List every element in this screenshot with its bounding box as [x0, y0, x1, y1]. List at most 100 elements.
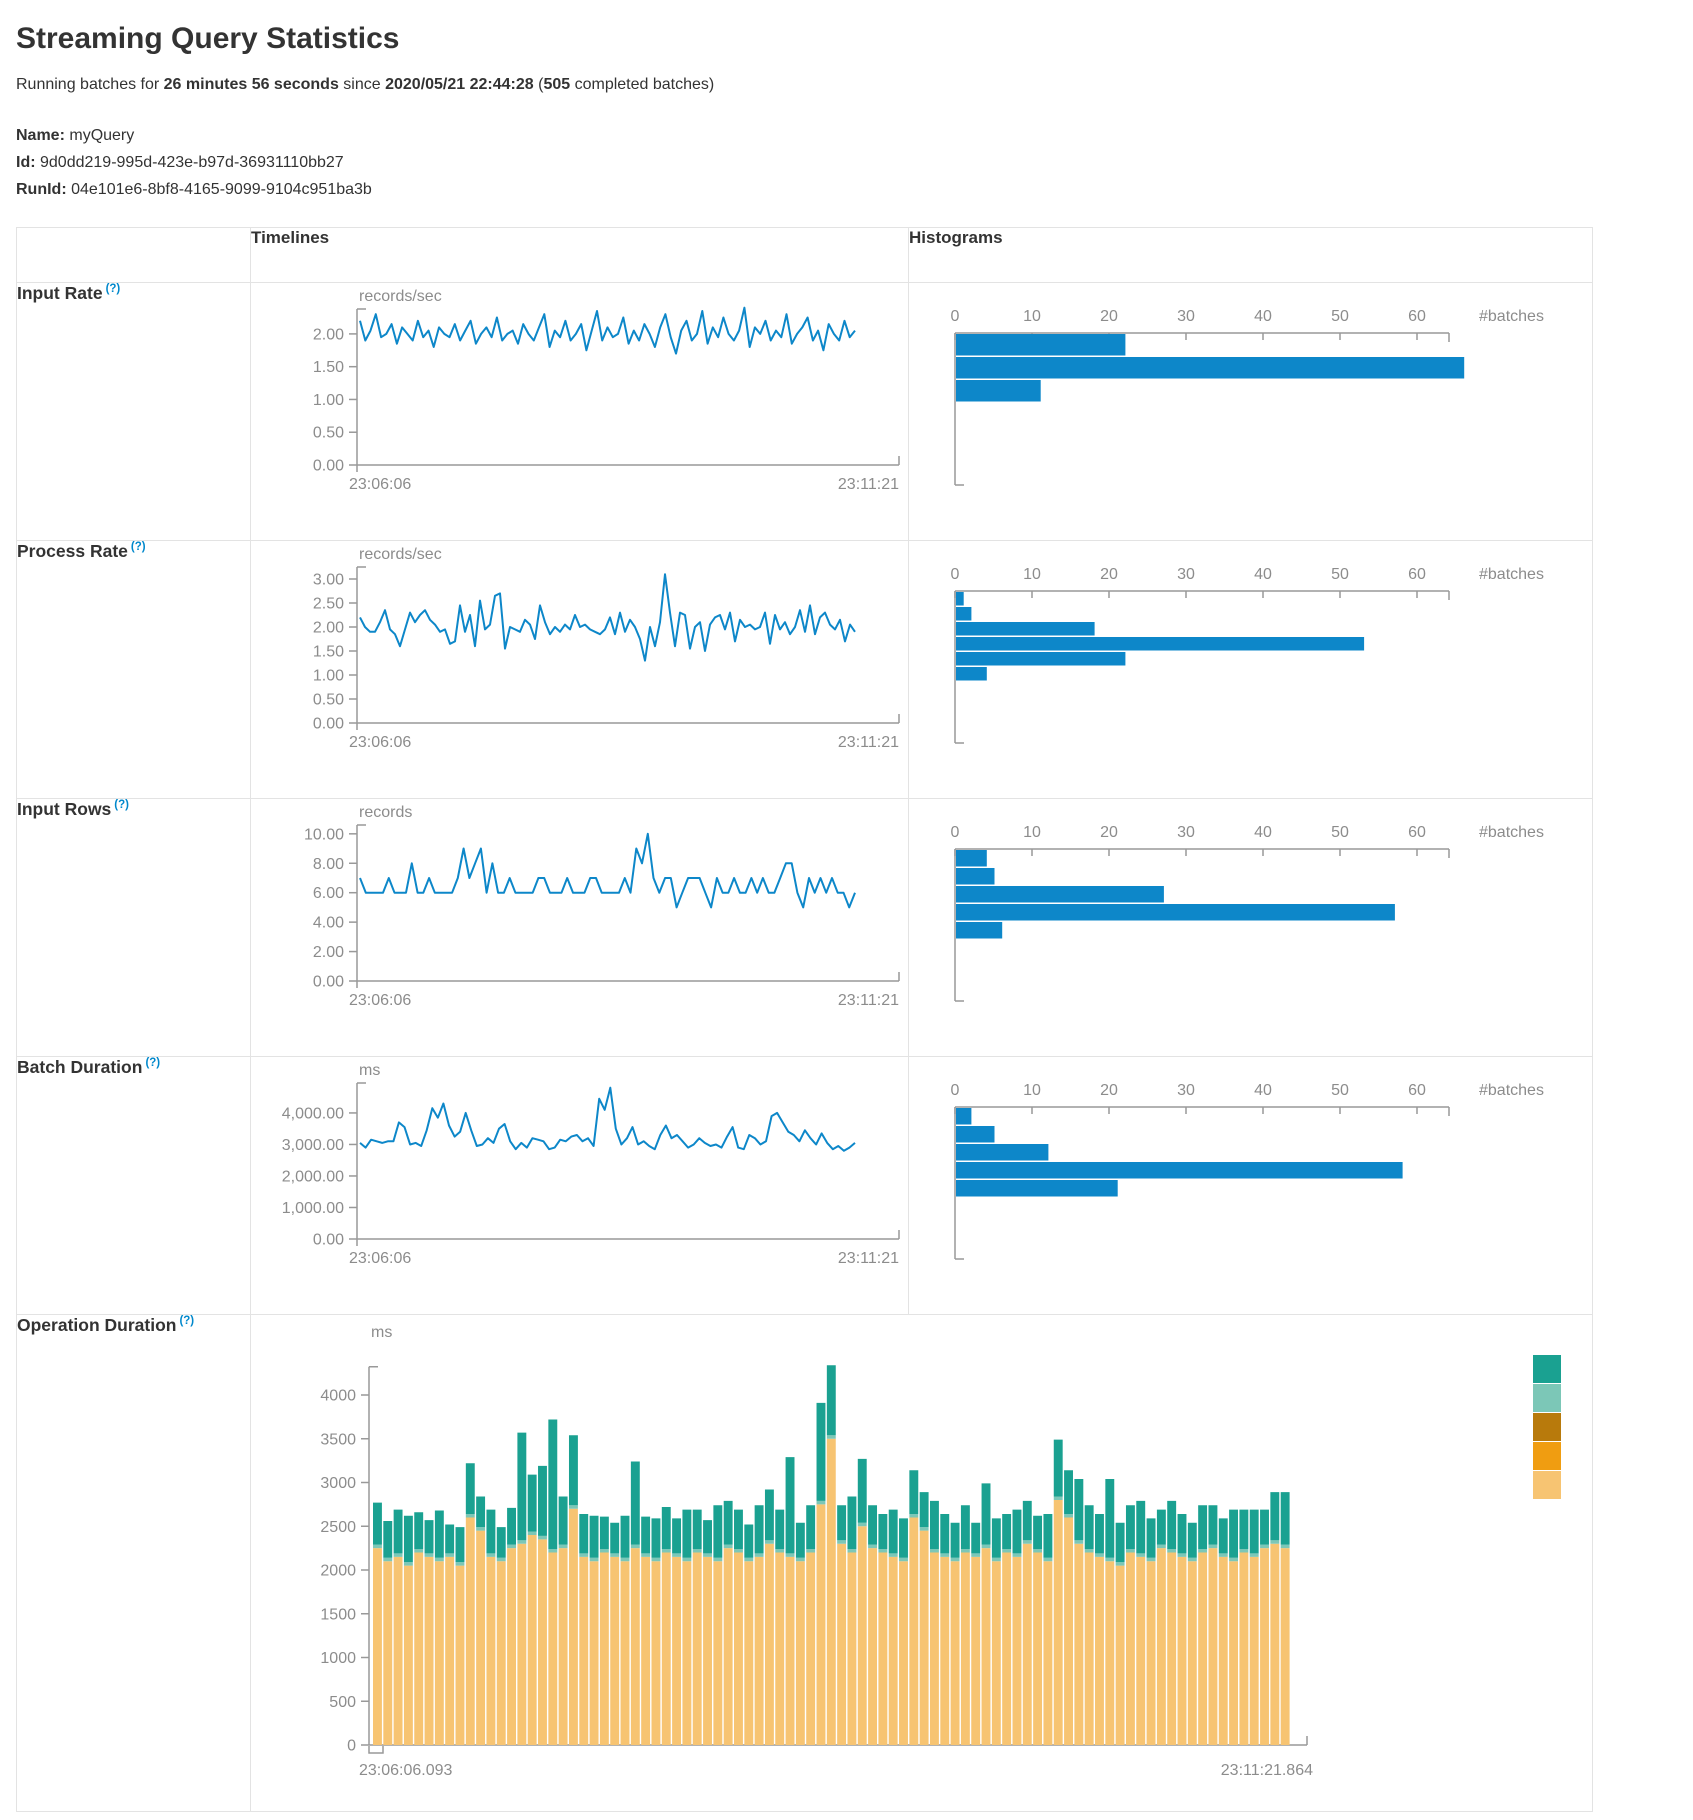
legend-swatch-3	[1533, 1413, 1561, 1441]
svg-text:23:06:06: 23:06:06	[349, 476, 411, 493]
svg-text:6.00: 6.00	[313, 885, 344, 902]
svg-text:10: 10	[1023, 308, 1041, 325]
operation-duration-label-cell: Operation Duration(?)	[17, 1315, 251, 1812]
completed-batch-count: 505	[543, 76, 570, 93]
query-name-label: Name:	[16, 127, 65, 144]
batch-duration-label: Batch Duration	[17, 1057, 142, 1077]
input-rate-label: Input Rate	[17, 283, 103, 303]
svg-text:0: 0	[951, 566, 960, 583]
svg-text:0.50: 0.50	[313, 692, 344, 709]
svg-text:0.00: 0.00	[313, 974, 344, 991]
svg-text:23:11:21: 23:11:21	[838, 1250, 899, 1267]
legend-swatch-1	[1533, 1355, 1561, 1383]
svg-text:30: 30	[1177, 308, 1195, 325]
legend-swatch-4	[1533, 1442, 1561, 1470]
svg-text:10: 10	[1023, 824, 1041, 841]
process-rate-help-icon[interactable]: (?)	[131, 541, 146, 553]
svg-text:2000: 2000	[320, 1563, 356, 1580]
svg-text:30: 30	[1177, 566, 1195, 583]
page-title: Streaming Query Statistics	[16, 22, 1677, 56]
svg-text:23:11:21: 23:11:21	[838, 734, 899, 751]
running-prefix: Running batches for	[16, 76, 164, 93]
completed-suffix: completed batches)	[570, 76, 714, 93]
svg-text:0.50: 0.50	[313, 425, 344, 442]
svg-text:23:06:06: 23:06:06	[349, 992, 411, 1009]
svg-text:#batches: #batches	[1479, 1082, 1544, 1099]
svg-text:23:11:21: 23:11:21	[838, 476, 899, 493]
input-rate-help-icon[interactable]: (?)	[106, 283, 121, 295]
svg-text:4,000.00: 4,000.00	[282, 1105, 344, 1122]
svg-text:1.00: 1.00	[313, 392, 344, 409]
svg-text:2.00: 2.00	[313, 620, 344, 637]
svg-text:23:11:21.864: 23:11:21.864	[1221, 1762, 1313, 1779]
svg-text:8.00: 8.00	[313, 856, 344, 873]
svg-text:500: 500	[329, 1694, 356, 1711]
svg-text:50: 50	[1331, 824, 1349, 841]
svg-text:4000: 4000	[320, 1388, 356, 1405]
svg-text:3000: 3000	[320, 1475, 356, 1492]
svg-text:23:06:06.093: 23:06:06.093	[359, 1762, 453, 1779]
svg-text:0: 0	[951, 1082, 960, 1099]
since-word: since	[339, 76, 385, 93]
svg-text:records: records	[359, 804, 412, 821]
input-rows-timeline-chart: records0.002.004.006.008.0010.0023:06:06…	[251, 799, 908, 1035]
svg-text:0: 0	[951, 824, 960, 841]
svg-text:0.00: 0.00	[313, 1232, 344, 1249]
svg-text:ms: ms	[371, 1324, 392, 1341]
svg-text:23:11:21: 23:11:21	[838, 992, 899, 1009]
svg-text:ms: ms	[359, 1062, 380, 1079]
svg-text:2.00: 2.00	[313, 326, 344, 343]
input-rate-row: Input Rate(?) records/sec0.000.501.001.5…	[17, 283, 1593, 541]
svg-text:10.00: 10.00	[304, 826, 344, 843]
process-rate-histogram-chart: 0102030405060#batches	[909, 541, 1592, 777]
input-rows-help-icon[interactable]: (?)	[114, 799, 129, 811]
svg-text:20: 20	[1100, 308, 1118, 325]
batch-duration-timeline-chart: ms0.001,000.002,000.003,000.004,000.0023…	[251, 1057, 908, 1293]
batch-duration-help-icon[interactable]: (?)	[145, 1057, 160, 1069]
svg-text:1,000.00: 1,000.00	[282, 1200, 344, 1217]
svg-text:2.50: 2.50	[313, 596, 344, 613]
svg-text:1.50: 1.50	[313, 644, 344, 661]
input-rows-row: Input Rows(?) records0.002.004.006.008.0…	[17, 799, 1593, 1057]
svg-text:10: 10	[1023, 1082, 1041, 1099]
query-runid-value: 04e101e6-8bf8-4165-9099-9104c951ba3b	[71, 181, 372, 198]
batch-duration-label-cell: Batch Duration(?)	[17, 1057, 251, 1315]
svg-text:4.00: 4.00	[313, 915, 344, 932]
svg-text:3500: 3500	[320, 1431, 356, 1448]
svg-text:0: 0	[951, 308, 960, 325]
running-summary: Running batches for 26 minutes 56 second…	[16, 76, 1677, 94]
operation-duration-legend	[1533, 1355, 1563, 1500]
query-runid-line: RunId: 04e101e6-8bf8-4165-9099-9104c951b…	[16, 176, 1677, 203]
start-time: 2020/05/21 22:44:28	[385, 76, 534, 93]
svg-text:40: 40	[1254, 308, 1272, 325]
input-rate-label-cell: Input Rate(?)	[17, 283, 251, 541]
svg-text:records/sec: records/sec	[359, 546, 442, 563]
process-rate-label: Process Rate	[17, 541, 128, 561]
input-rate-timeline-chart: records/sec0.000.501.001.502.0023:06:062…	[251, 283, 908, 519]
svg-text:60: 60	[1408, 308, 1426, 325]
svg-text:0: 0	[347, 1738, 356, 1755]
svg-text:10: 10	[1023, 566, 1041, 583]
svg-text:40: 40	[1254, 566, 1272, 583]
query-id-value: 9d0dd219-995d-423e-b97d-36931110bb27	[40, 154, 344, 171]
query-id-line: Id: 9d0dd219-995d-423e-b97d-36931110bb27	[16, 149, 1677, 176]
svg-text:20: 20	[1100, 824, 1118, 841]
batch-duration-row: Batch Duration(?) ms0.001,000.002,000.00…	[17, 1057, 1593, 1315]
input-rate-histogram-chart: 0102030405060#batches	[909, 283, 1592, 519]
svg-text:40: 40	[1254, 824, 1272, 841]
process-rate-timeline-chart: records/sec0.000.501.001.502.002.503.002…	[251, 541, 908, 777]
svg-text:3.00: 3.00	[313, 572, 344, 589]
svg-text:1500: 1500	[320, 1606, 356, 1623]
table-header-row: Timelines Histograms	[17, 228, 1593, 283]
svg-text:0.00: 0.00	[313, 716, 344, 733]
svg-text:1000: 1000	[320, 1650, 356, 1667]
input-rows-label: Input Rows	[17, 799, 111, 819]
svg-text:20: 20	[1100, 1082, 1118, 1099]
query-runid-label: RunId:	[16, 181, 67, 198]
operation-duration-help-icon[interactable]: (?)	[179, 1315, 194, 1327]
svg-text:40: 40	[1254, 1082, 1272, 1099]
query-name-value: myQuery	[69, 127, 134, 144]
header-empty-cell	[17, 228, 251, 283]
input-rows-label-cell: Input Rows(?)	[17, 799, 251, 1057]
query-id-label: Id:	[16, 154, 36, 171]
